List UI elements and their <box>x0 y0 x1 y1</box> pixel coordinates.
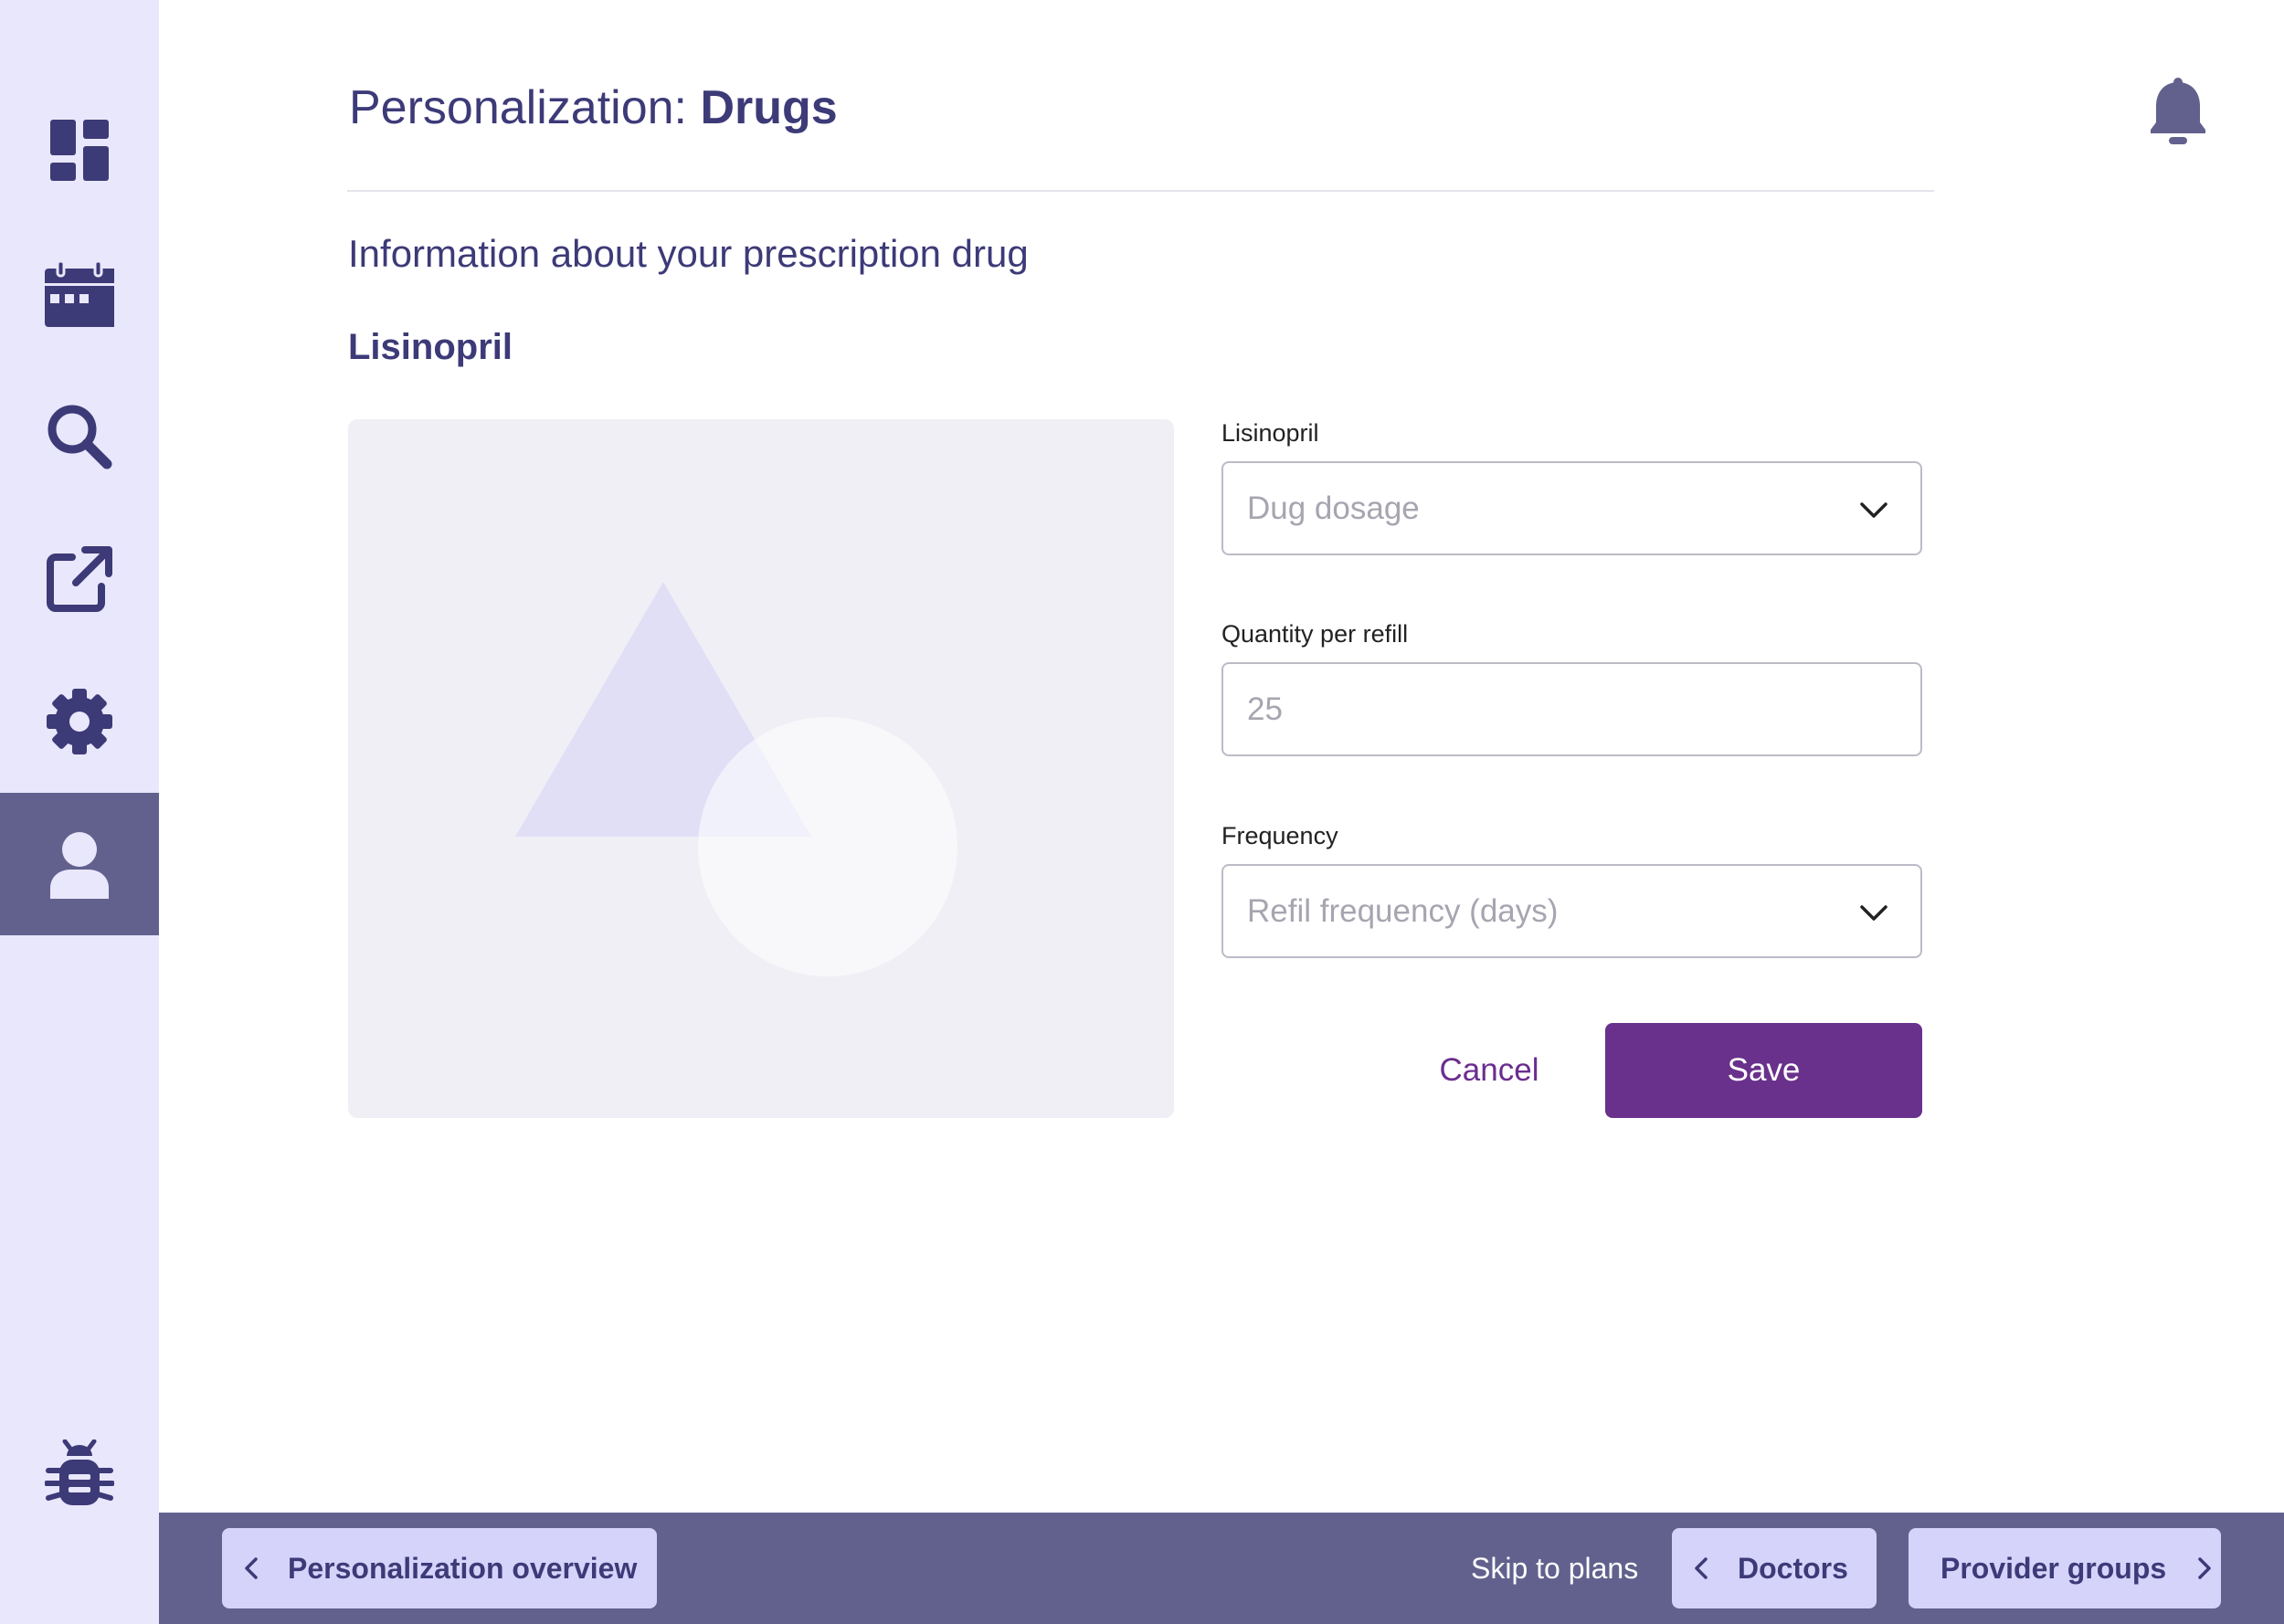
prev-label: Doctors <box>1738 1551 1848 1585</box>
page-title: Personalization: Drugs <box>349 80 838 135</box>
doctors-button[interactable]: Doctors <box>1672 1528 1877 1608</box>
chevron-left-icon <box>1695 1557 1708 1579</box>
footer-nav: Personalization overview Skip to plans D… <box>159 1513 2284 1624</box>
quantity-input[interactable] <box>1247 664 1868 754</box>
frequency-placeholder: Refil frequency (days) <box>1247 893 1559 929</box>
search-icon <box>48 405 112 469</box>
provider-groups-button[interactable]: Provider groups <box>1909 1528 2221 1608</box>
bug-icon <box>45 1439 114 1505</box>
frequency-select[interactable]: Refil frequency (days) <box>1221 864 1922 958</box>
drug-image-placeholder <box>348 419 1174 1118</box>
sidebar-item-dashboard[interactable] <box>0 79 159 222</box>
frequency-label: Frequency <box>1221 822 1338 849</box>
dosage-label: Lisinopril <box>1221 419 1319 447</box>
sidebar-item-external-link[interactable] <box>0 508 159 650</box>
sidebar-item-calendar[interactable] <box>0 223 159 365</box>
cancel-button[interactable]: Cancel <box>1398 1023 1581 1118</box>
personalization-overview-button[interactable]: Personalization overview <box>222 1528 657 1608</box>
dosage-placeholder: Dug dosage <box>1247 490 1420 526</box>
calendar-icon <box>45 259 114 327</box>
sidebar-item-settings[interactable] <box>0 650 159 793</box>
page-title-bold: Drugs <box>700 81 838 134</box>
quantity-label: Quantity per refill <box>1221 620 1409 648</box>
dashboard-icon <box>50 120 109 181</box>
skip-to-plans-link[interactable]: Skip to plans <box>1471 1528 1638 1608</box>
back-label: Personalization overview <box>288 1551 638 1585</box>
chevron-right-icon <box>2198 1557 2211 1579</box>
sidebar <box>0 0 159 1624</box>
chevron-left-icon <box>245 1557 258 1579</box>
sidebar-item-debug[interactable] <box>0 1403 159 1545</box>
image-placeholder-icon <box>515 582 957 976</box>
external-link-icon <box>47 546 112 612</box>
sidebar-item-profile[interactable] <box>0 793 159 935</box>
drug-name: Lisinopril <box>348 327 513 367</box>
save-button[interactable]: Save <box>1605 1023 1922 1118</box>
chevron-down-icon <box>1860 905 1887 921</box>
section-title: Information about your prescription drug <box>348 232 1029 275</box>
page-title-prefix: Personalization: <box>349 81 701 134</box>
user-icon <box>50 832 109 899</box>
next-label: Provider groups <box>1940 1551 2167 1585</box>
sidebar-item-search[interactable] <box>0 365 159 508</box>
quantity-field <box>1221 662 1922 756</box>
dosage-select[interactable]: Dug dosage <box>1221 461 1922 555</box>
gear-icon <box>47 689 112 754</box>
header-divider <box>347 190 1934 192</box>
bell-icon[interactable] <box>2149 77 2207 146</box>
chevron-down-icon <box>1860 502 1887 518</box>
